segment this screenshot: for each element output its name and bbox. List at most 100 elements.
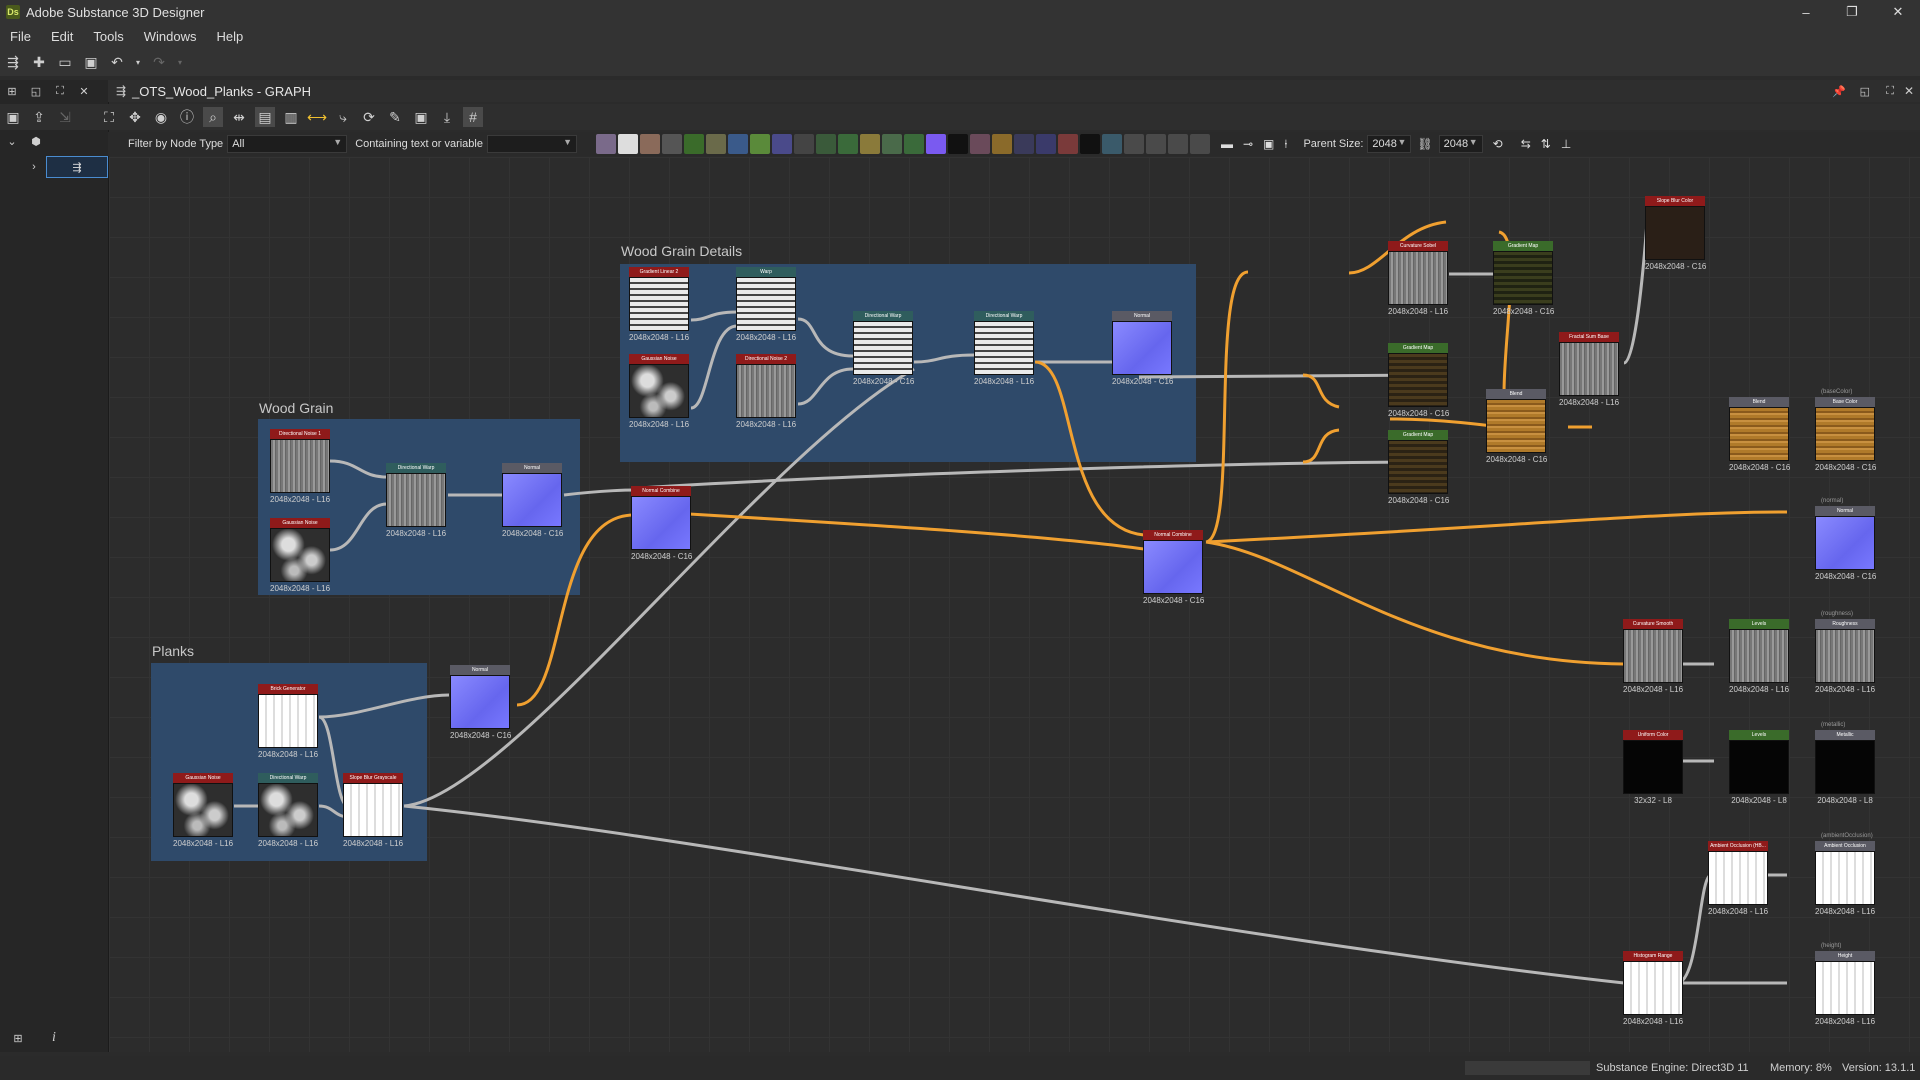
close-window-button[interactable]: ✕ [1878,0,1918,24]
node-gaussian-noise-planks[interactable]: Gaussian Noise 2048x2048 - L16 [173,773,233,848]
node-histogram-range[interactable]: Histogram Range 2048x2048 - L16 [1623,951,1683,1026]
tools-icon[interactable]: ✎ [385,107,405,127]
node-directional-noise-2[interactable]: Directional Noise 2 2048x2048 - L16 [736,354,796,429]
node-brick-generator[interactable]: Brick Generator 2048x2048 - L16 [258,684,318,759]
node-directional-warp-a[interactable]: Directional Warp 2048x2048 - C16 [853,311,914,386]
text-node-icon[interactable] [1013,134,1034,154]
frame-node-icon[interactable]: ▣ [1263,137,1274,151]
redo-dropdown-icon[interactable]: ▾ [175,52,185,72]
fx-node-icon[interactable] [837,134,858,154]
node-normal-planks[interactable]: Normal 2048x2048 - C16 [450,665,511,740]
warp-node-icon[interactable] [771,134,792,154]
output-metallic[interactable]: Metallic 2048x2048 - L8 [1815,730,1875,805]
pixel-node-icon[interactable] [859,134,880,154]
node-blend-b[interactable]: Blend 2048x2048 - C16 [1729,397,1790,472]
publish-graph-icon[interactable]: ⇲ [55,107,75,127]
hsl-node-icon[interactable] [705,134,726,154]
input-node-icon[interactable] [1123,134,1144,154]
filter-text-input[interactable]: ▼ [486,135,577,153]
undo-dropdown-icon[interactable]: ▾ [133,52,143,72]
node-normal-details[interactable]: Normal 2048x2048 - C16 [1112,311,1173,386]
color-node-icon[interactable] [925,134,946,154]
parent-size-height-dropdown[interactable]: 2048 ▼ [1438,135,1483,153]
output-normal[interactable]: Normal 2048x2048 - C16 [1815,506,1876,581]
maximize-button[interactable]: ❐ [1832,0,1872,24]
save-icon[interactable]: ▣ [81,52,101,72]
menu-help[interactable]: Help [206,29,253,44]
align-icon[interactable]: ⇹ [229,107,249,127]
levels-node-icon[interactable] [727,134,748,154]
value-node-icon[interactable] [1079,134,1100,154]
blend-node-icon[interactable] [639,134,660,154]
node-warp[interactable]: Warp 2048x2048 - L16 [736,267,796,342]
link-size-icon[interactable]: ⛓ [1417,137,1432,151]
redo-icon[interactable]: ↷ [149,52,169,72]
uniform-node-icon[interactable] [617,134,638,154]
node-levels-a[interactable]: Levels 2048x2048 - L16 [1729,619,1789,694]
shuffle-node-icon[interactable] [661,134,682,154]
node-ambient-occlusion-hbao[interactable]: Ambient Occlusion (HB... 2048x2048 - L16 [1708,841,1768,916]
node-gaussian-noise-details[interactable]: Gaussian Noise 2048x2048 - L16 [629,354,689,429]
expand-chevron-icon[interactable]: ⌄ [4,133,20,149]
layout-icon[interactable]: ▤ [255,107,275,127]
link-style-icon[interactable]: ⟷ [307,107,327,127]
info-display-icon[interactable]: ⓘ [177,107,197,127]
node-directional-warp-planks[interactable]: Directional Warp 2048x2048 - L16 [258,773,318,848]
channels-node-icon[interactable] [903,134,924,154]
graph-instance-node-icon[interactable] [1189,134,1210,154]
menu-edit[interactable]: Edit [41,29,83,44]
refresh-icon[interactable]: ⟳ [359,107,379,127]
undo-icon[interactable]: ↶ [107,52,127,72]
transform-node-icon[interactable] [815,134,836,154]
fill-node-icon[interactable] [1057,134,1078,154]
collapse-chevron-icon[interactable]: › [26,159,42,175]
save-graph-icon[interactable]: ▣ [3,107,23,127]
open-folder-icon[interactable]: ▭ [55,52,75,72]
menu-tools[interactable]: Tools [83,29,133,44]
graph-canvas[interactable]: Wood Grain Details Wood Grain Planks Gra… [109,157,1920,1052]
navigation-pin-icon[interactable]: ⍿ [1284,137,1287,152]
output-height[interactable]: Height 2048x2048 - L16 [1815,951,1875,1026]
node-levels-b[interactable]: Levels 2048x2048 - L8 [1729,730,1789,805]
package-icon[interactable]: ⬢ [28,133,44,149]
node-gradient-map-b[interactable]: Gradient Map 2048x2048 - C16 [1388,343,1449,418]
noise-node-icon[interactable] [947,134,968,154]
dot-node-icon[interactable]: ⤷ [333,107,353,127]
bitmap-node-icon[interactable] [595,134,616,154]
float-icon[interactable]: ◱ [1860,85,1870,98]
info-icon[interactable]: i [46,1030,62,1046]
fxmap-node-icon[interactable] [1101,134,1122,154]
node-type-dropdown[interactable]: All ▼ [227,135,348,153]
reset-size-icon[interactable]: ⟲ [1493,137,1503,151]
vertical-connect-icon[interactable]: ⇅ [1541,137,1551,151]
node-fractal-sum-base[interactable]: Fractal Sum Base 2048x2048 - L16 [1559,332,1619,407]
center-view-icon[interactable]: ✥ [125,107,145,127]
sharpen-node-icon[interactable] [881,134,902,154]
export-graph-icon[interactable]: ⇪ [29,107,49,127]
gradient-node-icon[interactable] [749,134,770,154]
node-normal-combine-b[interactable]: Normal Combine 2048x2048 - C16 [1143,530,1204,605]
pixel-processor-node-icon[interactable] [1167,134,1188,154]
node-curvature-sobel[interactable]: Curvature Sobel 2048x2048 - L16 [1388,241,1448,316]
float-panel-icon[interactable]: ◱ [28,83,44,99]
emboss-node-icon[interactable] [991,134,1012,154]
output-base-color[interactable]: Base Color 2048x2048 - C16 [1815,397,1876,472]
output-ambient-occlusion[interactable]: Ambient Occlusion 2048x2048 - L16 [1815,841,1875,916]
comment-icon[interactable]: ▬ [1221,137,1233,151]
explorer-icon[interactable]: ⇶ [3,52,23,72]
new-package-icon[interactable]: ✚ [29,52,49,72]
connect-icon[interactable]: ⇆ [1521,137,1531,151]
node-gaussian-noise-grain[interactable]: Gaussian Noise 2048x2048 - L16 [270,518,330,593]
layout-tree-icon[interactable]: ⊥ [1561,137,1571,151]
search-icon[interactable]: ⌕ [203,107,223,127]
node-gradient-map-c[interactable]: Gradient Map 2048x2048 - C16 [1388,430,1449,505]
menu-windows[interactable]: Windows [134,29,207,44]
graph-item[interactable]: ⇶ [46,156,108,178]
close-graph-icon[interactable]: ✕ [1904,84,1914,98]
node-directional-noise-1[interactable]: Directional Noise 1 2048x2048 - L16 [270,429,330,504]
output-roughness[interactable]: Roughness 2048x2048 - L16 [1815,619,1875,694]
node-slope-blur-color[interactable]: Slope Blur Color 2048x2048 - C16 [1645,196,1706,271]
output-node-icon[interactable] [1145,134,1166,154]
svg-node-icon[interactable] [1035,134,1056,154]
explorer-tree-icon[interactable]: ⊞ [4,83,20,99]
